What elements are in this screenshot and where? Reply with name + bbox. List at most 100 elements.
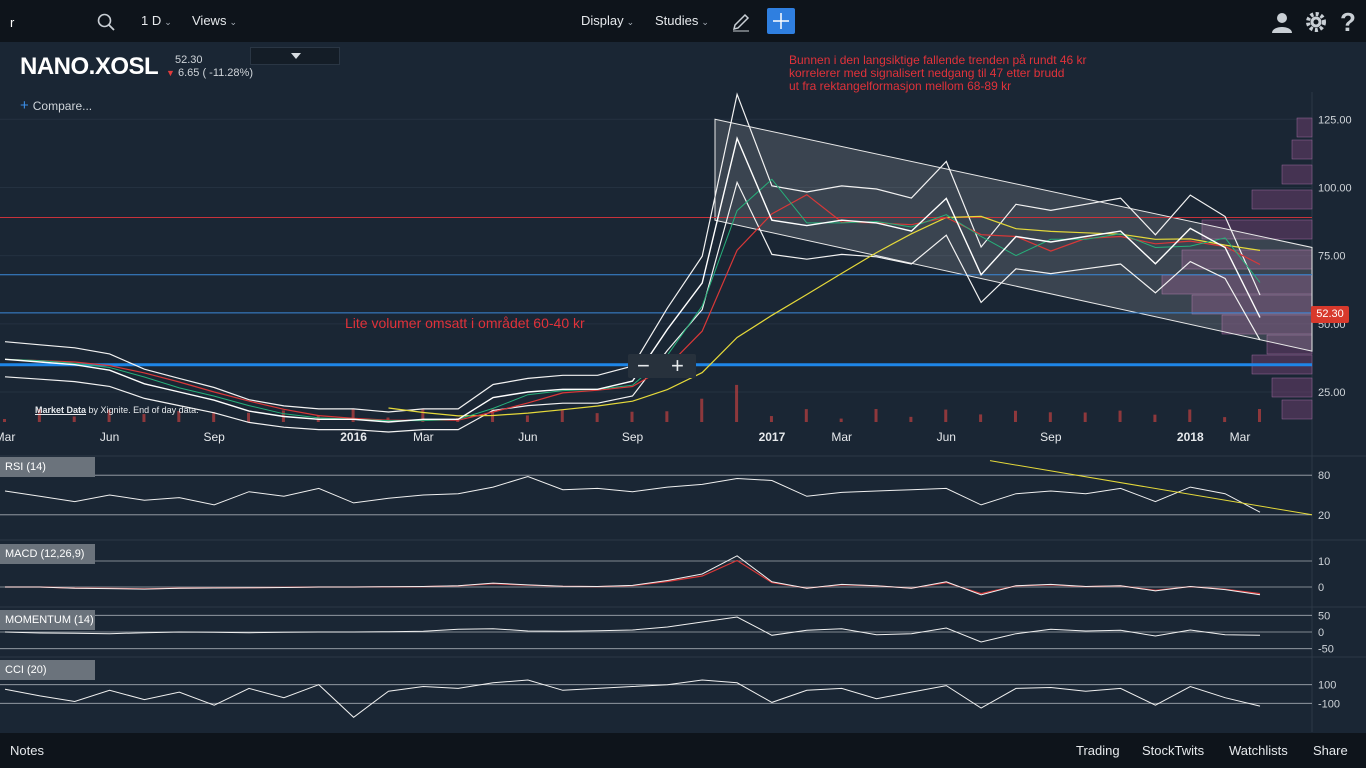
indicator-line	[4, 679, 1261, 718]
zoom-out-button[interactable]: −	[637, 354, 650, 378]
volume-bar	[839, 418, 843, 422]
pencil-icon[interactable]	[731, 12, 751, 32]
chevron-down-icon: ⌄	[701, 17, 709, 27]
compare-button[interactable]: + Compare...	[20, 97, 92, 114]
x-tick-label: Sep	[622, 430, 644, 444]
help-icon[interactable]: ?	[1338, 8, 1358, 36]
macd-panel-label[interactable]: MACD (12,26,9)	[0, 544, 95, 564]
user-icon[interactable]	[1270, 10, 1294, 34]
notes-button[interactable]: Notes	[10, 743, 44, 758]
indicator-tick-label: 10	[1318, 556, 1330, 568]
trend-channel	[714, 118, 1313, 352]
indicator-tick-label: -50	[1318, 644, 1334, 656]
last-price-tag: 52.30	[1311, 306, 1349, 323]
volume-bar	[1258, 409, 1261, 422]
volume-bar	[351, 409, 355, 422]
market-data-link[interactable]: Market Data	[35, 405, 86, 415]
x-tick-label: Jun	[100, 430, 119, 444]
rsi-panel-label[interactable]: RSI (14)	[0, 457, 95, 477]
stocktwits-button[interactable]: StockTwits	[1142, 743, 1204, 758]
last-price: 52.30	[175, 54, 203, 66]
volume-bar	[665, 411, 669, 422]
down-arrow-icon: ▼	[166, 68, 175, 78]
zoom-controls: − +	[628, 354, 696, 378]
views-dropdown[interactable]: Views ⌄	[192, 13, 237, 28]
volume-profile-bar	[1281, 399, 1313, 420]
indicator-line	[5, 555, 1261, 596]
volume-bar	[804, 409, 808, 422]
annotation-line: ut fra rektangelformasjon mellom 68-89 k…	[789, 79, 1012, 93]
volume-bar	[944, 409, 948, 422]
annotation-note-top: Bunnen i den langsiktige fallende trende…	[789, 54, 1149, 93]
svg-text:?: ?	[1340, 8, 1356, 36]
y-tick-label: 100.00	[1318, 182, 1352, 194]
volume-bar	[630, 411, 634, 422]
x-tick-label: Sep	[1040, 430, 1062, 444]
price-change-value: 6.65 ( -11.28%)	[177, 67, 253, 79]
y-tick-label: 25.00	[1318, 387, 1346, 399]
search-icon[interactable]	[97, 13, 115, 31]
volume-bar	[700, 398, 704, 422]
x-tick-label: 2016	[340, 430, 367, 444]
symbol-title: NANO.XOSL	[20, 53, 159, 80]
volume-bar	[1013, 410, 1017, 422]
compare-label: Compare...	[32, 99, 93, 113]
x-tick-label: Jun	[937, 430, 956, 444]
x-tick-label: Mar	[413, 430, 434, 444]
indicator-tick-label: 100	[1318, 680, 1336, 692]
volume-bar	[1083, 412, 1087, 422]
display-label: Display	[581, 13, 624, 28]
bottom-bar: Notes Trading StockTwits Watchlists Shar…	[0, 733, 1366, 768]
volume-bar	[909, 416, 913, 422]
watchlists-button[interactable]: Watchlists	[1229, 743, 1288, 758]
credit-text: by Xignite. End of day data.	[88, 405, 199, 415]
volume-profile-bar	[1296, 117, 1313, 138]
x-tick-label: 2017	[759, 430, 786, 444]
volume-profile-bar	[1251, 189, 1313, 210]
indicator-tick-label: 20	[1318, 510, 1330, 522]
volume-bar	[979, 414, 983, 422]
volume-bar	[595, 413, 599, 422]
zoom-in-button[interactable]: +	[671, 354, 684, 378]
indicator-tick-label: 80	[1318, 470, 1330, 482]
views-label: Views	[192, 13, 227, 28]
interval-label: 1 D	[141, 13, 162, 28]
x-tick-label: Sep	[203, 430, 225, 444]
symbol-dropdown[interactable]	[250, 47, 340, 65]
indicator-line	[4, 475, 1261, 513]
plus-icon: +	[20, 97, 29, 114]
studies-label: Studies	[655, 13, 699, 28]
volume-bar	[560, 410, 564, 422]
share-button[interactable]: Share	[1313, 743, 1348, 758]
studies-dropdown[interactable]: Studies ⌄	[655, 13, 709, 28]
volume-profile-bar	[1291, 139, 1313, 160]
volume-profile-bar	[1271, 377, 1313, 398]
chart-canvas[interactable]: 25.0050.0075.00100.00125.00MarJunSep2016…	[0, 42, 1366, 733]
trading-button[interactable]: Trading	[1076, 743, 1120, 758]
volume-bar	[142, 414, 146, 422]
momentum-panel-label[interactable]: MOMENTUM (14)	[0, 610, 95, 630]
volume-profile-bar	[1281, 164, 1313, 185]
x-tick-label: Mar	[831, 430, 852, 444]
gear-icon[interactable]	[1304, 10, 1328, 34]
volume-bar	[247, 412, 251, 422]
search-input[interactable]	[8, 10, 92, 34]
interval-dropdown[interactable]: 1 D ⌄	[141, 13, 172, 28]
volume-bar	[1153, 414, 1157, 422]
volume-bar	[874, 409, 878, 422]
data-credit: Market Data by Xignite. End of day data.	[35, 405, 199, 415]
price-change: ▼ 6.65 ( -11.28%)	[166, 67, 253, 79]
caret-down-icon	[291, 53, 301, 59]
rsi-trendline	[989, 460, 1313, 516]
crosshair-button[interactable]	[767, 8, 795, 34]
cci-panel-label[interactable]: CCI (20)	[0, 660, 95, 680]
volume-bar	[1048, 412, 1052, 422]
volume-bar	[72, 416, 76, 422]
chevron-down-icon: ⌄	[626, 17, 635, 27]
indicator-tick-label: 50	[1318, 610, 1330, 622]
volume-bar	[1188, 409, 1192, 422]
x-tick-label: Jun	[518, 430, 537, 444]
x-tick-label: 2018	[1177, 430, 1204, 444]
display-dropdown[interactable]: Display ⌄	[581, 13, 634, 28]
volume-bar	[735, 384, 739, 422]
